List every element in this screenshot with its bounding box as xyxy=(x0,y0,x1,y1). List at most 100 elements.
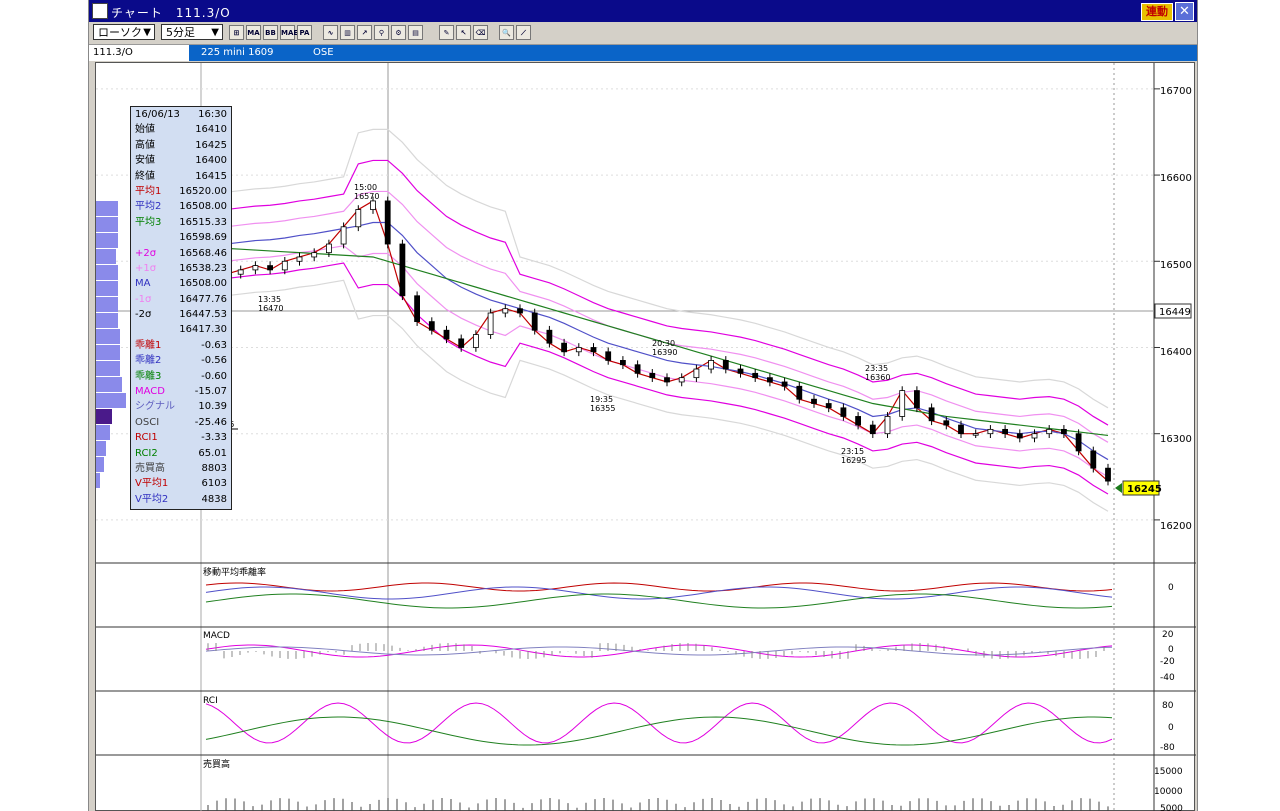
info-row-key: -2σ xyxy=(135,309,152,321)
candle-body xyxy=(487,312,494,335)
bb-button[interactable]: BB xyxy=(263,25,278,40)
candle-body xyxy=(1016,433,1023,439)
candle-body xyxy=(620,360,626,366)
info-row-key: OSCI xyxy=(135,416,160,428)
candle-body xyxy=(605,351,612,361)
close-icon[interactable]: ✕ xyxy=(1175,2,1194,21)
candle-body xyxy=(384,200,391,245)
title-bar[interactable]: チャート 111.3/O 連動 ✕ xyxy=(89,0,1197,22)
volume-profile-bar xyxy=(96,345,120,360)
low-annotation: 23:15 16295 xyxy=(841,447,866,465)
volume-profile-bar xyxy=(96,393,126,408)
info-row-value: 16520.00 xyxy=(179,185,227,197)
info-row: 高値 16425 xyxy=(131,138,231,153)
info-row: RCI1 -3.33 xyxy=(131,430,231,445)
info-row: -1σ 16477.76 xyxy=(131,292,231,307)
info-row-value: -3.33 xyxy=(201,432,227,444)
high-annotation: 23:35 16360 xyxy=(865,364,890,382)
volume-profile-bar xyxy=(96,249,116,264)
volume-profile-bar xyxy=(96,377,122,392)
price-tick-label: 16700 xyxy=(1160,86,1192,97)
candle-body xyxy=(399,243,406,297)
info-row-value: 16410 xyxy=(195,124,227,136)
info-row-key: 乖離3 xyxy=(135,370,162,382)
fibonacci-icon[interactable]: ⟋ xyxy=(516,25,531,40)
grid-icon[interactable]: ▤ xyxy=(408,25,423,40)
candle-body xyxy=(296,256,303,262)
volume-profile-bar xyxy=(96,361,120,376)
candle-body xyxy=(943,420,950,426)
pa-button[interactable]: PA xyxy=(297,25,312,40)
symbol-code: 111.3/O xyxy=(89,45,189,61)
info-row-value: -0.56 xyxy=(201,355,227,367)
info-bar: 111.3/O 225 mini 1609 OSE xyxy=(89,45,1197,61)
volume-profile-bar xyxy=(96,441,106,456)
search-icon[interactable]: 🔍 xyxy=(499,25,514,40)
info-row: 始値 16410 xyxy=(131,122,231,137)
info-row-value: -15.07 xyxy=(194,386,227,398)
candle-body xyxy=(693,368,700,379)
info-row-value: 16425 xyxy=(195,139,227,151)
candle-body xyxy=(899,390,906,417)
volume-profile-bar xyxy=(96,265,118,280)
contract-name: 225 mini 1609 xyxy=(201,47,274,58)
info-row-key: 始値 xyxy=(135,124,155,136)
info-row: 16417.30 xyxy=(131,322,231,337)
macd-tick: 0 xyxy=(1168,645,1174,655)
rci-tick: 0 xyxy=(1168,723,1174,733)
trend-tool-icon[interactable]: ↗ xyxy=(357,25,372,40)
candle-body xyxy=(458,338,465,348)
candle-body xyxy=(531,312,538,331)
volume-tick: 10000 xyxy=(1154,787,1183,797)
chart-type-select[interactable]: ローソク ▼ xyxy=(93,24,155,40)
price-tick-label: 16500 xyxy=(1160,260,1192,271)
chart-window: チャート 111.3/O 連動 ✕ ローソク ▼ 5分足 ▼ ⊞ MA BB M… xyxy=(88,0,1198,811)
info-row-value: 6103 xyxy=(201,478,227,490)
candle-body xyxy=(472,334,479,348)
info-row-value: 10.39 xyxy=(198,401,227,413)
cursor-icon[interactable]: ↖ xyxy=(456,25,471,40)
window-title: チャート 111.3/O xyxy=(111,6,231,20)
chart-canvas[interactable]: 16700 16600 16500 16400 16300 16200 1644… xyxy=(96,63,1196,811)
info-row-key: 売買高 xyxy=(135,462,165,474)
eraser-icon[interactable]: ⌫ xyxy=(473,25,488,40)
ma-button[interactable]: MA xyxy=(246,25,261,40)
candle-tool-icon[interactable]: ▥ xyxy=(340,25,355,40)
interval-select[interactable]: 5分足 ▼ xyxy=(161,24,223,40)
candle-body xyxy=(796,385,803,400)
rci-panel-title: RCI xyxy=(203,696,218,706)
price-tick-label: 16400 xyxy=(1160,347,1192,358)
pencil-icon[interactable]: ✎ xyxy=(439,25,454,40)
zoom-icon[interactable]: ⚲ xyxy=(374,25,389,40)
info-row-value: 16538.23 xyxy=(179,262,227,274)
info-row-key: MA xyxy=(135,278,151,290)
info-row-value: 4838 xyxy=(201,493,227,505)
link-toggle-button[interactable]: 連動 xyxy=(1141,3,1173,21)
layout-icon[interactable]: ⊞ xyxy=(229,25,244,40)
kairi-tick: 0 xyxy=(1168,583,1174,593)
candle-body xyxy=(267,265,274,271)
volume-tick: 5000 xyxy=(1160,804,1183,811)
info-row: 平均2 16508.00 xyxy=(131,199,231,214)
info-row-key: -1σ xyxy=(135,293,152,305)
chart-area[interactable]: 16700 16600 16500 16400 16300 16200 1644… xyxy=(95,62,1196,811)
candle-body xyxy=(428,321,435,331)
info-row: 平均3 16515.33 xyxy=(131,215,231,230)
mae-button[interactable]: MAE xyxy=(280,25,298,40)
info-row-key: +1σ xyxy=(135,262,157,274)
info-row: MA 16508.00 xyxy=(131,276,231,291)
candle-body xyxy=(252,265,259,271)
candle-body xyxy=(972,433,979,436)
candle-body xyxy=(370,200,376,210)
macd-panel-title: MACD xyxy=(203,631,230,641)
candle-body xyxy=(649,372,656,379)
candle-body xyxy=(1061,428,1067,435)
info-row-value: 16477.76 xyxy=(179,293,227,305)
info-row-key: MACD xyxy=(135,386,165,398)
line-tool-icon[interactable]: ∿ xyxy=(323,25,338,40)
info-row-value: 16417.30 xyxy=(179,324,227,336)
kairi-line xyxy=(205,593,1113,609)
settings-icon[interactable]: ⚙ xyxy=(391,25,406,40)
candle-body xyxy=(355,209,362,228)
candle-body xyxy=(546,329,553,344)
